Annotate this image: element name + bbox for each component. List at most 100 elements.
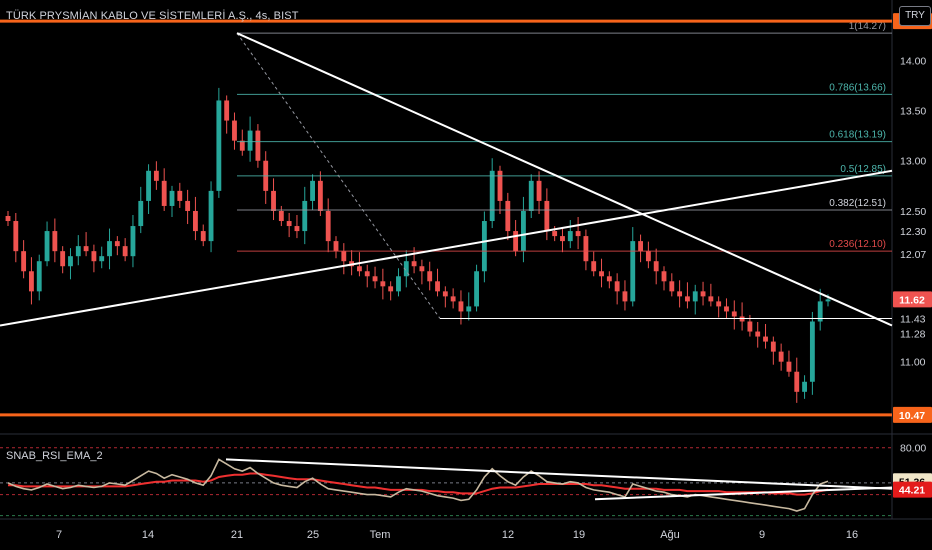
- candle-body: [786, 361, 792, 372]
- candle-body: [380, 281, 386, 287]
- fib-level-label: 1(14.27): [849, 21, 886, 32]
- candle-body: [442, 291, 448, 297]
- candle-body: [450, 296, 456, 302]
- candle-body: [271, 190, 276, 211]
- time-tick-label: 9: [759, 529, 765, 541]
- candle-body: [177, 190, 183, 201]
- candle-body: [75, 246, 81, 257]
- candle-body: [645, 251, 651, 262]
- candle-body: [458, 301, 464, 312]
- candle-body: [29, 271, 34, 292]
- candle-body: [232, 120, 237, 141]
- candle-body: [396, 276, 401, 292]
- candle-body: [567, 231, 573, 242]
- candle-body: [653, 261, 659, 272]
- candle-body: [825, 299, 831, 302]
- price-tick-label: 13.00: [900, 156, 926, 168]
- candle-body: [388, 286, 394, 292]
- candle-body: [778, 351, 784, 362]
- candle-body: [239, 140, 245, 151]
- candle-body: [52, 231, 58, 252]
- candle-body: [685, 296, 690, 302]
- candle-body: [224, 100, 230, 121]
- candle-body: [560, 236, 565, 242]
- candle-body: [544, 200, 550, 232]
- time-tick-label: Ağu: [660, 529, 680, 541]
- candle-body: [13, 221, 19, 252]
- fib-level-label: 0.618(13.19): [829, 130, 886, 141]
- candle-body: [286, 221, 292, 227]
- candle-body: [716, 301, 722, 307]
- time-tick-label: 19: [573, 529, 585, 541]
- candle-body: [474, 271, 479, 307]
- candle-body: [677, 291, 683, 297]
- candle-body: [247, 130, 253, 151]
- currency-badge[interactable]: TRY: [899, 6, 931, 26]
- candle-body: [622, 291, 628, 302]
- candle-body: [153, 170, 159, 181]
- candle-body: [575, 231, 581, 237]
- price-chart[interactable]: 1(14.27)0.786(13.66)0.618(13.19)0.5(12.8…: [0, 0, 932, 550]
- candle-body: [692, 291, 698, 302]
- price-badge-label: 10.47: [899, 410, 925, 422]
- candle-body: [169, 190, 175, 206]
- candle-body: [583, 236, 589, 262]
- symbol-title: TÜRK PRYSMİAN KABLO VE SİSTEMLERİ A.Ş., …: [6, 10, 299, 22]
- candle-body: [161, 180, 167, 206]
- candle-body: [294, 226, 300, 232]
- candle-body: [513, 231, 519, 252]
- candle-body: [411, 261, 417, 267]
- indicator-title: SNAB_RSI_EMA_2: [6, 450, 103, 462]
- candle-body: [99, 256, 105, 262]
- candle-body: [200, 231, 206, 242]
- price-tick-label: 11.43: [900, 313, 926, 325]
- candle-body: [739, 316, 745, 322]
- candle-body: [427, 271, 433, 282]
- time-tick-label: Tem: [370, 529, 391, 541]
- candle-body: [255, 130, 261, 161]
- candle-body: [44, 231, 50, 262]
- candle-body: [5, 216, 11, 222]
- candle-body: [372, 276, 378, 282]
- candle-body: [708, 296, 714, 302]
- candle-body: [802, 381, 807, 392]
- candle-body: [521, 210, 526, 252]
- candle-body: [138, 200, 144, 227]
- candle-body: [528, 180, 534, 211]
- candle-body: [317, 180, 323, 211]
- candle-body: [68, 256, 73, 267]
- candle-body: [83, 246, 89, 252]
- candle-body: [614, 281, 620, 292]
- candle-body: [466, 306, 472, 312]
- candle-body: [661, 271, 667, 282]
- candle-body: [700, 291, 706, 297]
- fib-level-label: 0.236(12.10): [829, 239, 886, 250]
- candle-body: [185, 200, 191, 211]
- candle-body: [497, 170, 503, 201]
- candle-body: [669, 281, 675, 292]
- candle-body: [599, 271, 604, 277]
- candle-body: [724, 306, 729, 312]
- candle-body: [489, 170, 495, 222]
- price-badge-label: 11.62: [899, 294, 925, 306]
- price-tick-label: 11.28: [900, 329, 926, 341]
- candle-body: [747, 321, 753, 332]
- candle-body: [763, 336, 768, 342]
- candle-body: [333, 241, 339, 252]
- time-tick-label: 21: [231, 529, 243, 541]
- price-tick-label: 12.07: [900, 249, 926, 261]
- rsi-badge-label: 44.21: [899, 485, 925, 497]
- candle-body: [130, 226, 136, 257]
- candle-body: [591, 261, 597, 272]
- candle-body: [21, 251, 27, 272]
- candle-body: [91, 251, 97, 262]
- time-tick-label: 7: [56, 529, 62, 541]
- candle-body: [435, 281, 440, 292]
- candle-body: [122, 246, 128, 257]
- fib-level-label: 0.382(12.51): [829, 198, 886, 209]
- candle-body: [325, 210, 331, 242]
- candle-body: [552, 231, 558, 237]
- candle-body: [216, 100, 222, 191]
- candle-body: [36, 261, 42, 292]
- price-tick-label: 13.50: [900, 106, 926, 118]
